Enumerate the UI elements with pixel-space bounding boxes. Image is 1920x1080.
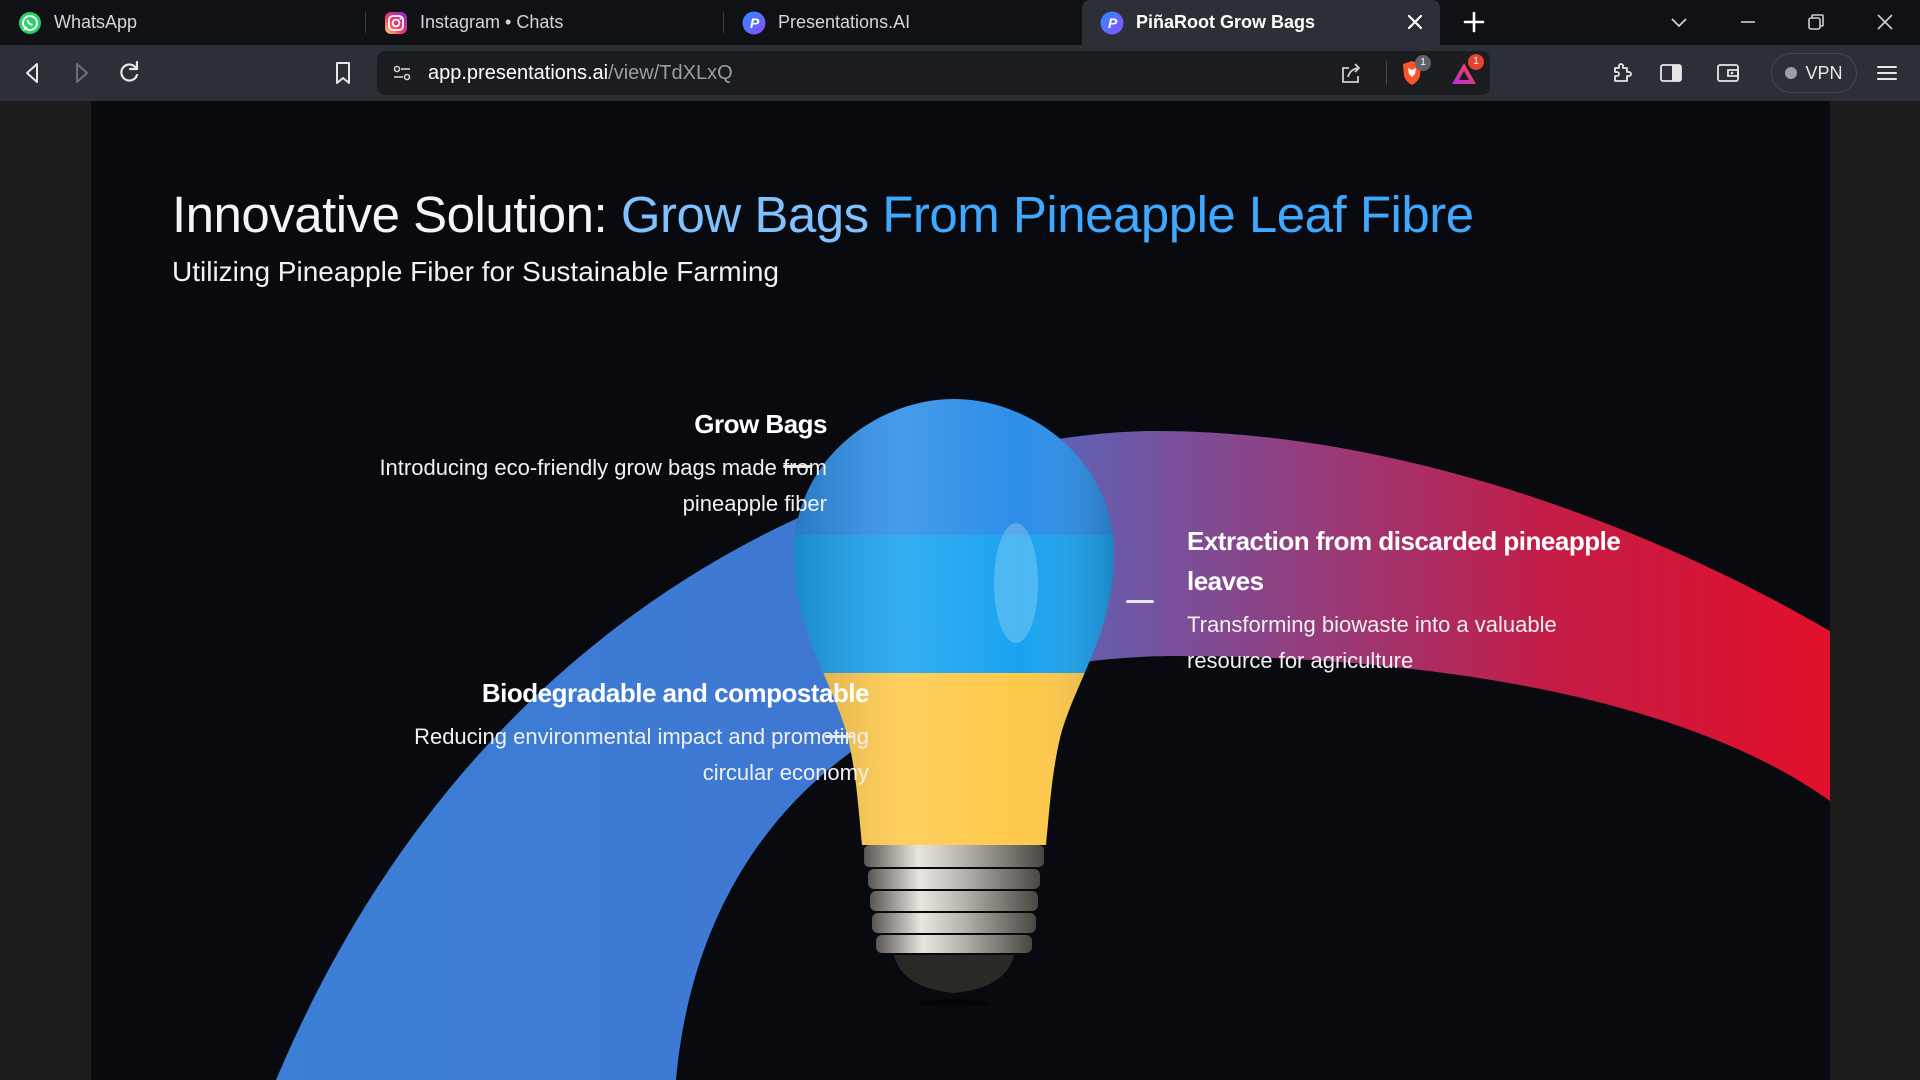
bookmark-icon[interactable] — [328, 58, 358, 88]
close-tab-icon[interactable] — [1404, 11, 1426, 33]
tab-presentations-ai[interactable]: P Presentations.AI — [724, 0, 1082, 45]
menu-icon[interactable] — [1872, 58, 1902, 88]
minimize-icon[interactable] — [1736, 10, 1760, 34]
tab-whatsapp[interactable]: WhatsApp — [0, 0, 366, 45]
tab-title: Instagram • Chats — [420, 12, 564, 32]
title-part-1: Innovative Solution: — [172, 186, 621, 243]
tab-strip: WhatsApp Instagram • Chats P Presentatio… — [0, 0, 1920, 45]
forward-icon[interactable] — [66, 58, 96, 88]
feature-grow-bags: Grow Bags Introducing eco-friendly grow … — [379, 409, 827, 522]
url-path: /view/TdXLxQ — [608, 62, 733, 84]
sidebar-toggle-icon[interactable] — [1656, 58, 1686, 88]
connector-dash — [783, 465, 811, 468]
rewards-count-badge: 1 — [1468, 54, 1484, 70]
feature-text-line: Introducing eco-friendly grow bags made … — [379, 455, 827, 480]
feature-heading: Biodegradable and compostable — [481, 678, 870, 708]
back-icon[interactable] — [18, 58, 48, 88]
tab-pinaroot-grow-bags[interactable]: P PiñaRoot Grow Bags — [1082, 0, 1440, 45]
title-part-3: From Pineapple Leaf Fibre — [882, 186, 1474, 243]
feature-text-line: resource for agriculture — [1187, 648, 1414, 673]
browser-toolbar: app.presentations.ai/view/TdXLxQ 1 1 VPN — [0, 45, 1920, 101]
extensions-icon[interactable] — [1608, 58, 1638, 88]
tab-title: PiñaRoot Grow Bags — [1136, 12, 1316, 32]
feature-text-line: Reducing environmental impact and promot… — [414, 724, 869, 749]
feature-heading-line: leaves — [1187, 566, 1264, 596]
feature-extraction: Extraction from discarded pineapple leave… — [1187, 521, 1667, 679]
tab-title: Presentations.AI — [778, 12, 911, 32]
feature-text-line: Transforming biowaste into a valuable — [1187, 612, 1557, 637]
presentations-ai-icon: P — [1100, 11, 1124, 34]
reload-icon[interactable] — [114, 58, 144, 88]
share-icon[interactable] — [1338, 60, 1364, 86]
instagram-icon — [385, 11, 407, 34]
address-bar[interactable]: app.presentations.ai/view/TdXLxQ 1 1 — [377, 51, 1490, 95]
whatsapp-icon — [19, 11, 41, 34]
presentations-ai-icon: P — [742, 11, 766, 34]
feature-text-line: circular economy — [702, 760, 869, 785]
url-text: app.presentations.ai/view/TdXLxQ — [428, 62, 733, 85]
vpn-status-icon — [1785, 67, 1798, 79]
close-window-icon[interactable] — [1873, 10, 1897, 34]
feature-heading: Extraction from discarded pineapple leave… — [1187, 521, 1667, 601]
tab-search-chevron-icon[interactable] — [1667, 10, 1691, 34]
feature-text-line: pineapple fiber — [682, 491, 827, 516]
slide-title: Innovative Solution: Grow Bags From Pine… — [172, 185, 1474, 244]
new-tab-icon[interactable] — [1462, 10, 1486, 34]
presentation-slide: Innovative Solution: Grow Bags From Pine… — [91, 101, 1830, 1080]
feature-heading: Grow Bags — [694, 409, 827, 439]
slide-subtitle: Utilizing Pineapple Fiber for Sustainabl… — [172, 256, 779, 287]
site-settings-icon[interactable] — [391, 62, 413, 84]
wallet-icon[interactable] — [1713, 58, 1743, 88]
title-part-2: Grow Bags — [620, 186, 883, 243]
svg-text:P: P — [1108, 15, 1118, 31]
feature-biodegradable: Biodegradable and compostable Reducing e… — [414, 678, 869, 791]
restore-icon[interactable] — [1804, 10, 1828, 34]
svg-text:P: P — [750, 15, 760, 31]
connector-dash — [825, 735, 853, 738]
feature-heading-line: Extraction from discarded pineapple — [1187, 526, 1621, 556]
tab-title: WhatsApp — [54, 12, 138, 32]
shields-count-badge: 1 — [1415, 55, 1431, 71]
urlbar-divider — [1386, 61, 1387, 85]
vpn-label: VPN — [1805, 62, 1843, 83]
vpn-button[interactable]: VPN — [1771, 53, 1857, 93]
tab-instagram[interactable]: Instagram • Chats — [366, 0, 724, 45]
url-host: app.presentations.ai — [428, 62, 609, 84]
connector-dash — [1126, 600, 1154, 603]
